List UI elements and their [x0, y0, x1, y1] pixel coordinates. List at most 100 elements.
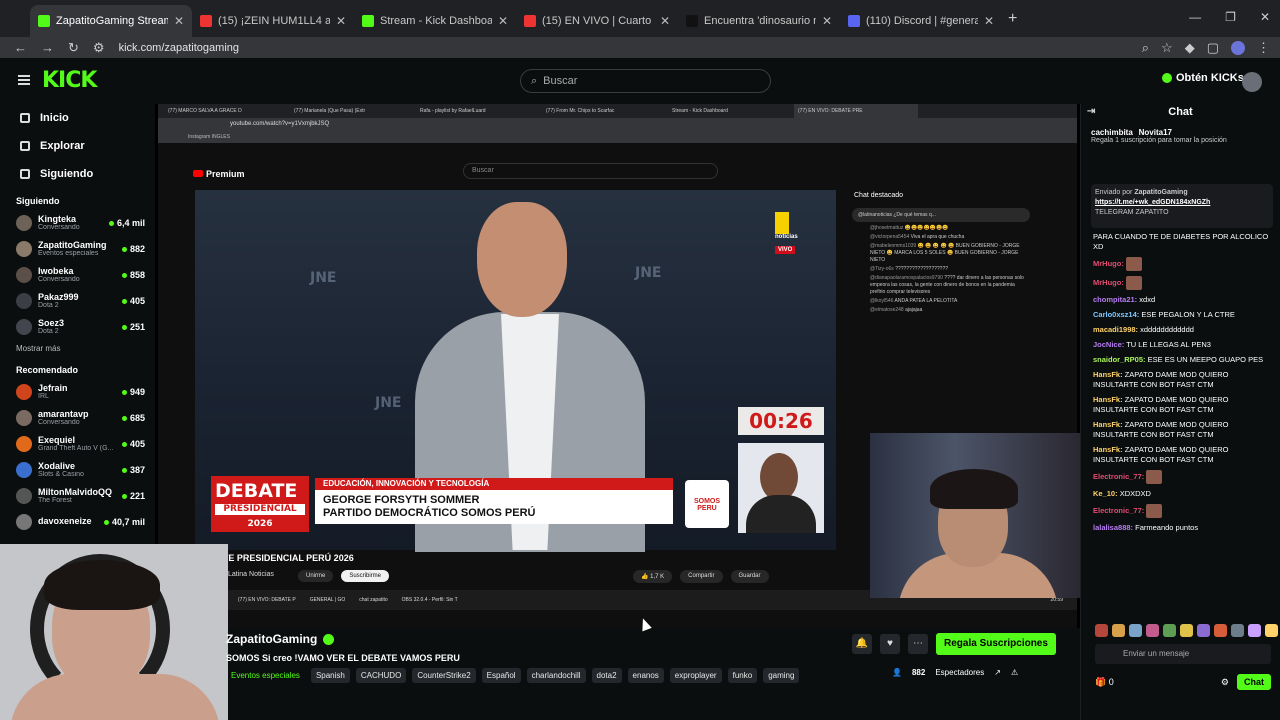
- get-kicks-button[interactable]: Obtén KICKs: [1162, 72, 1244, 84]
- collapse-chat-icon[interactable]: ⇥: [1087, 106, 1095, 117]
- chat-username[interactable]: MrHugo:: [1093, 278, 1124, 287]
- forward-icon[interactable]: →: [41, 40, 54, 55]
- sidebar-channel[interactable]: Kingteka Conversando 6,4 mil: [0, 210, 155, 236]
- profile-avatar[interactable]: [1231, 40, 1245, 55]
- points-count[interactable]: 🎁 0: [1095, 677, 1114, 688]
- report-icon[interactable]: ⚠: [1011, 668, 1018, 677]
- sidebar-channel[interactable]: MiltonMalvidoQQ The Forest 221: [0, 483, 155, 509]
- sidebar-channel[interactable]: Soez3 Dota 2 251: [0, 314, 155, 340]
- stream-category-link[interactable]: Eventos especiales: [226, 668, 305, 683]
- vivo-label: VIVO: [775, 246, 796, 254]
- emote-shortcut[interactable]: [1129, 624, 1142, 637]
- stream-tag[interactable]: enanos: [627, 668, 664, 683]
- nav-explorar[interactable]: Explorar: [0, 132, 155, 160]
- stream-tag[interactable]: CACHUDO: [355, 668, 407, 683]
- stream-tag[interactable]: gaming: [763, 668, 800, 683]
- emote-shortcut[interactable]: [1265, 624, 1278, 637]
- chat-username[interactable]: snaidor_RP05:: [1093, 355, 1146, 364]
- chat-username[interactable]: JocNice:: [1093, 340, 1124, 349]
- stream-tag[interactable]: funko: [727, 668, 758, 683]
- emote-shortcut[interactable]: [1214, 624, 1227, 637]
- url-field[interactable]: kick.com/zapatitogaming: [119, 42, 239, 54]
- show-more-link[interactable]: Mostrar más: [0, 340, 155, 357]
- pinned-link[interactable]: https://t.me/+wk_edGDN184xNGZh: [1095, 199, 1210, 206]
- chat-message: snaidor_RP05: ESE ES UN MEEPO GUAPO PES: [1093, 355, 1275, 365]
- kick-logo[interactable]: KICK: [42, 68, 97, 93]
- sidebar-channel[interactable]: amarantavp Conversando 685: [0, 405, 155, 431]
- site-info-icon[interactable]: ⚙: [93, 40, 105, 56]
- sidebar-channel[interactable]: davoxeneize 40,7 mil: [0, 509, 155, 535]
- nav-inicio[interactable]: Inicio: [0, 104, 155, 132]
- follow-heart-icon[interactable]: ♥: [880, 634, 900, 654]
- stream-tag[interactable]: dota2: [591, 668, 622, 683]
- maximize-icon[interactable]: ❐: [1225, 10, 1236, 24]
- menu-icon[interactable]: ⋮: [1257, 40, 1270, 56]
- chat-username[interactable]: HansFk:: [1093, 370, 1123, 379]
- emote-shortcut[interactable]: [1180, 624, 1193, 637]
- browser-tab[interactable]: Encuentra 'dinosaurio nada' en ✕: [678, 5, 840, 37]
- emote-shortcut[interactable]: [1112, 624, 1125, 637]
- emote-shortcut[interactable]: [1197, 624, 1210, 637]
- chat-username[interactable]: Ke_10:: [1093, 489, 1118, 498]
- hamburger-menu-icon[interactable]: [18, 75, 30, 85]
- chat-username[interactable]: Carlo0xsz14:: [1093, 310, 1139, 319]
- stream-tag[interactable]: Español: [481, 668, 521, 683]
- tab-close-icon[interactable]: ✕: [498, 14, 508, 28]
- share-icon[interactable]: ↗: [994, 668, 1001, 677]
- browser-tab[interactable]: (110) Discord | #general | L ✕: [840, 5, 1002, 37]
- sidebar-channel[interactable]: Xodalive Slots & Casino 387: [0, 457, 155, 483]
- tab-close-icon[interactable]: ✕: [336, 14, 346, 28]
- back-icon[interactable]: ←: [14, 40, 27, 55]
- tab-close-icon[interactable]: ✕: [984, 14, 994, 28]
- chat-username[interactable]: HansFk:: [1093, 445, 1123, 454]
- gift-subscriptions-button[interactable]: Regala Suscripciones: [936, 633, 1056, 655]
- tab-favicon-icon: [38, 15, 50, 27]
- sidebar-channel[interactable]: Exequiel Grand Theft Auto V (G... 405: [0, 431, 155, 457]
- stream-tag[interactable]: Spanish: [310, 668, 350, 683]
- browser-tab[interactable]: (15) EN VIVO | Cuarto deba ✕: [516, 5, 678, 37]
- chat-username[interactable]: lalalisa888:: [1093, 523, 1133, 532]
- nav-siguiendo[interactable]: Siguiendo: [0, 160, 155, 188]
- tab-close-icon[interactable]: ✕: [660, 14, 670, 28]
- search-input[interactable]: ⌕ Buscar: [520, 69, 771, 93]
- minimize-icon[interactable]: —: [1189, 10, 1201, 24]
- chat-username[interactable]: Electronic_77:: [1093, 472, 1144, 481]
- chat-username[interactable]: HansFk:: [1093, 420, 1123, 429]
- tab-close-icon[interactable]: ✕: [822, 14, 832, 28]
- notification-bell-icon[interactable]: 🔔: [852, 634, 872, 654]
- browser-tab[interactable]: Stream - Kick Dashboard ✕: [354, 5, 516, 37]
- browser-tab[interactable]: (15) ¡ZEIN HUM1LL4 a BEB ✕: [192, 5, 354, 37]
- chat-username[interactable]: MrHugo:: [1093, 259, 1124, 268]
- chat-send-button[interactable]: Chat: [1237, 674, 1271, 690]
- chat-username[interactable]: chompita21:: [1093, 295, 1137, 304]
- puzzle-icon[interactable]: ▢: [1207, 40, 1219, 56]
- chat-username[interactable]: HansFk:: [1093, 395, 1123, 404]
- reload-icon[interactable]: ↻: [68, 40, 79, 56]
- chat-username[interactable]: Electronic_77:: [1093, 506, 1144, 515]
- user-avatar[interactable]: [1242, 72, 1262, 92]
- emote-shortcut[interactable]: [1146, 624, 1159, 637]
- stream-tag[interactable]: charlandochill: [526, 668, 586, 683]
- chat-username[interactable]: macadi1998:: [1093, 325, 1138, 334]
- emote-shortcut[interactable]: [1231, 624, 1244, 637]
- streamer-name[interactable]: ZapatitoGaming: [226, 632, 335, 646]
- close-window-icon[interactable]: ✕: [1260, 10, 1270, 24]
- emote-shortcut[interactable]: [1095, 624, 1108, 637]
- sidebar-channel[interactable]: Pakaz999 Dota 2 405: [0, 288, 155, 314]
- extensions-icon[interactable]: ◆: [1185, 40, 1195, 56]
- browser-tab[interactable]: ZapatitoGaming Stream - ✕: [30, 5, 192, 37]
- chat-input[interactable]: Enviar un mensaje: [1095, 644, 1271, 664]
- zoom-icon[interactable]: ⌕: [1142, 40, 1149, 56]
- sidebar-channel[interactable]: Iwobeka Conversando 858: [0, 262, 155, 288]
- sidebar-channel[interactable]: Jefrain IRL 949: [0, 379, 155, 405]
- stream-tag[interactable]: exproplayer: [669, 668, 722, 683]
- bookmark-star-icon[interactable]: ☆: [1161, 40, 1173, 56]
- more-options-icon[interactable]: ⋯: [908, 634, 928, 654]
- emote-shortcut[interactable]: [1248, 624, 1261, 637]
- new-tab-icon[interactable]: +: [1008, 10, 1017, 28]
- emote-shortcut[interactable]: [1163, 624, 1176, 637]
- tab-close-icon[interactable]: ✕: [174, 14, 184, 28]
- stream-tag[interactable]: CounterStrike2: [412, 668, 476, 683]
- chat-settings-icon[interactable]: ⚙: [1221, 677, 1229, 688]
- sidebar-channel[interactable]: ZapatitoGaming Eventos especiales 882: [0, 236, 155, 262]
